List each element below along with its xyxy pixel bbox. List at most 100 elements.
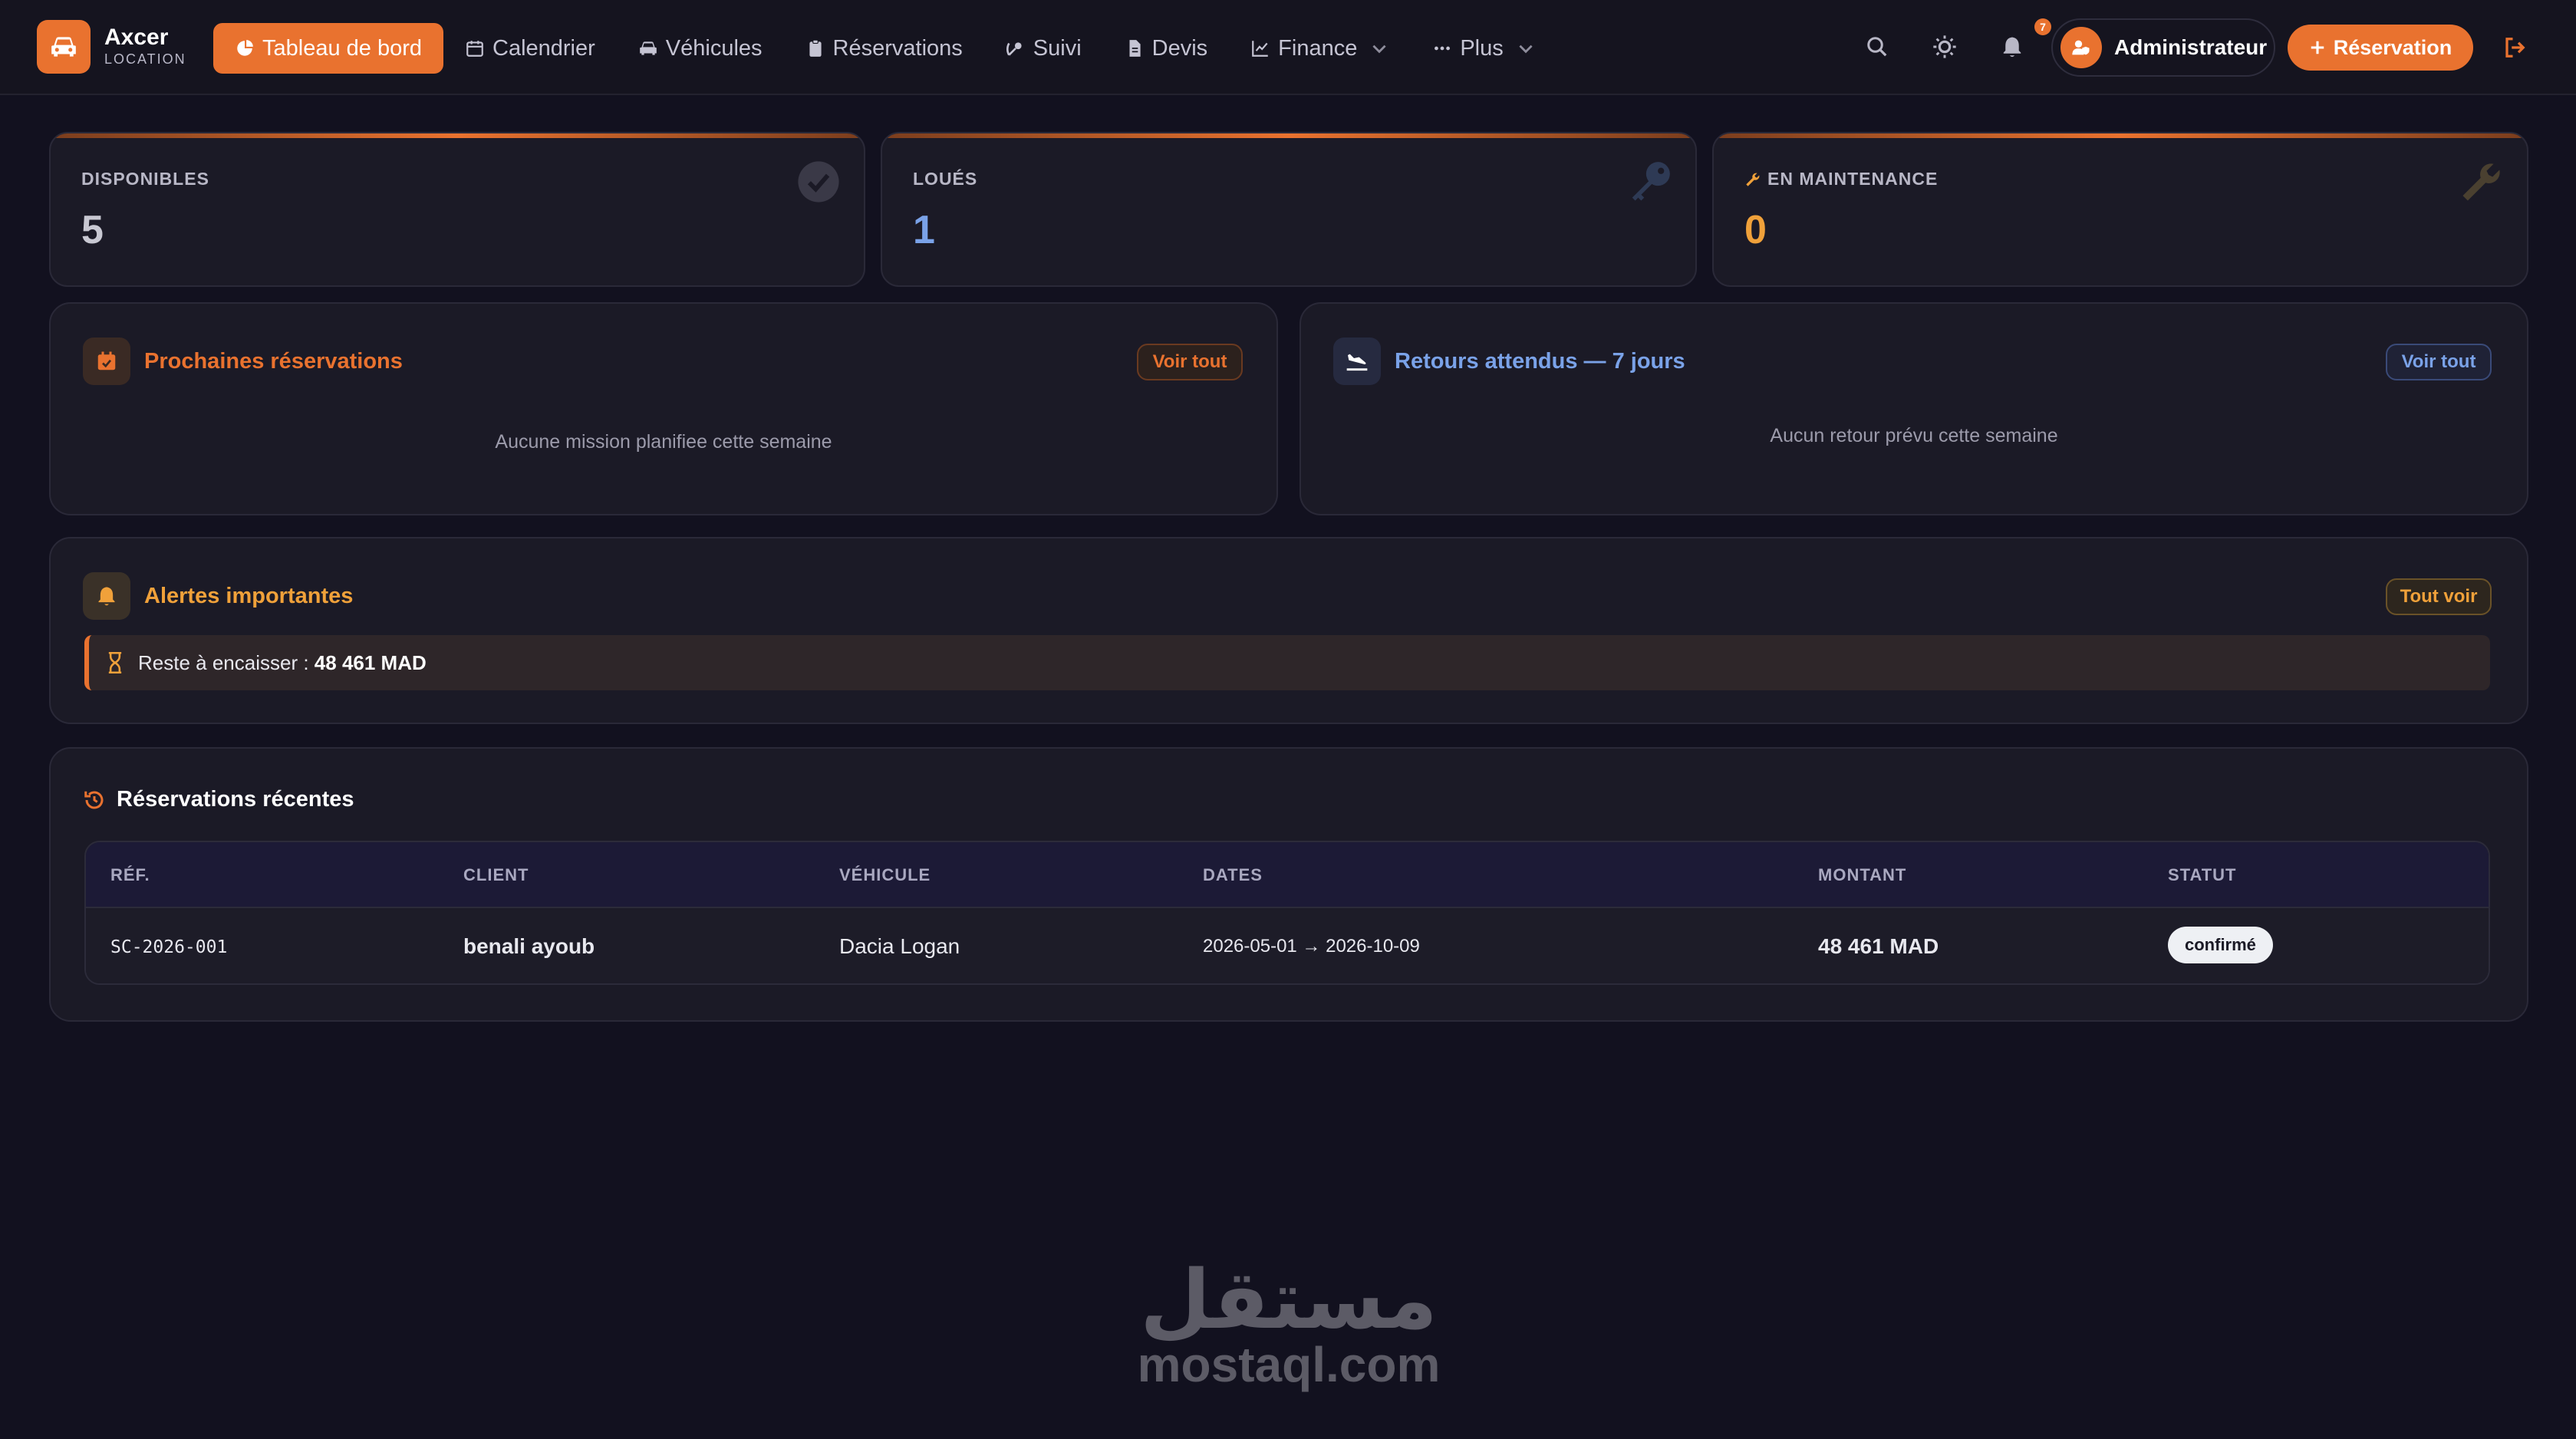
brand-subtitle: LOCATION [104, 51, 186, 67]
nav-item-dashboard[interactable]: Tableau de bord [213, 23, 443, 74]
bell-icon [83, 572, 130, 620]
stat-label-wrap: EN MAINTENANCE [1744, 169, 1938, 189]
check-circle-icon [793, 156, 844, 207]
nav-item-vehicles[interactable]: Véhicules [617, 23, 784, 74]
reservations-table: RÉF. CLIENT VÉHICULE DATES MONTANT STATU… [84, 841, 2490, 985]
view-all-button[interactable]: Voir tout [1137, 344, 1243, 380]
user-shield-icon [2060, 27, 2102, 68]
wrench-icon [2456, 156, 2507, 207]
watermark: مستقل mostaql.com [1128, 1253, 1450, 1392]
nav-label-dashboard: Tableau de bord [262, 35, 422, 61]
panel-title: Réservations récentes [117, 787, 354, 812]
nav-item-calendar[interactable]: Calendrier [443, 23, 617, 74]
nav-label-reservations: Réservations [832, 35, 963, 61]
nav-item-reservations[interactable]: Réservations [784, 23, 984, 74]
stat-value: 5 [81, 208, 104, 252]
document-icon [1129, 40, 1141, 57]
plus-icon [2311, 41, 2324, 54]
empty-state-text: Aucune mission planifiee cette semaine [495, 431, 832, 453]
cell-ref: SC-2026-001 [110, 937, 228, 957]
stat-value: 1 [913, 208, 935, 252]
stat-label: DISPONIBLES [81, 169, 209, 189]
history-icon [84, 791, 104, 809]
see-all-button[interactable]: Tout voir [2386, 578, 2492, 615]
new-reservation-button[interactable]: Réservation [2288, 25, 2473, 71]
important-alerts-panel: Alertes importantes Tout voir Reste à en… [49, 537, 2528, 724]
logout-icon[interactable] [2498, 31, 2532, 64]
stat-card-rented: LOUÉS 1 [881, 132, 1697, 287]
alert-value: 48 461 MAD [314, 650, 427, 674]
panel-title: Retours attendus — 7 jours [1395, 348, 1685, 374]
column-header-dates[interactable]: DATES [1203, 865, 1263, 885]
recent-reservations-panel: Réservations récentes RÉF. CLIENT VÉHICU… [49, 747, 2528, 1022]
wrench-icon [1746, 173, 1760, 186]
nav-label-vehicles: Véhicules [665, 35, 763, 61]
nav-label-more: Plus [1460, 35, 1504, 61]
user-menu-button[interactable]: Administrateur [2051, 18, 2275, 77]
watermark-arabic: مستقل [1140, 1253, 1438, 1347]
column-header-vehicle[interactable]: VÉHICULE [839, 865, 931, 885]
nav-item-more[interactable]: Plus [1411, 23, 1556, 74]
view-all-button[interactable]: Voir tout [2386, 344, 2492, 380]
stat-card-maintenance: EN MAINTENANCE 0 [1712, 132, 2528, 287]
alert-label: Reste à encaisser : [138, 650, 309, 674]
cell-dates: 2026-05-01 → 2026-10-09 [1203, 936, 1420, 957]
calendar-icon [466, 41, 483, 57]
stat-label: LOUÉS [913, 169, 978, 189]
cell-amount: 48 461 MAD [1818, 934, 1939, 958]
stat-label: EN MAINTENANCE [1767, 169, 1939, 189]
car-logo-icon[interactable] [37, 20, 91, 74]
search-icon[interactable] [1860, 29, 1895, 64]
upcoming-reservations-panel: Prochaines réservations Voir tout Aucune… [49, 302, 1278, 515]
chevron-down-icon [1372, 44, 1386, 54]
car-icon [639, 41, 657, 55]
main-nav: Tableau de bord Calendrier Véhicules Rés… [213, 23, 1557, 74]
watermark-latin: mostaql.com [1137, 1337, 1441, 1392]
nav-item-finance[interactable]: Finance [1229, 23, 1411, 74]
alert-item[interactable]: Reste à encaisser : 48 461 MAD [84, 635, 2490, 690]
key-icon [1625, 156, 1675, 207]
panel-header: Réservations récentes [83, 787, 354, 812]
panel-header: Alertes importantes [83, 572, 353, 620]
calendar-check-icon [83, 338, 130, 385]
status-badge: confirmé [2168, 927, 2273, 963]
table-header: RÉF. CLIENT VÉHICULE DATES MONTANT STATU… [86, 842, 2489, 907]
clipboard-icon [809, 39, 822, 57]
chart-line-icon [1252, 41, 1268, 57]
bell-icon[interactable] [1995, 29, 2030, 64]
nav-label-calendar: Calendrier [492, 35, 595, 61]
chevron-down-icon [1519, 44, 1533, 54]
nav-item-tracking[interactable]: Suivi [984, 23, 1103, 74]
column-header-ref[interactable]: RÉF. [110, 865, 150, 885]
new-reservation-label: Réservation [2333, 35, 2452, 59]
column-header-amount[interactable]: MONTANT [1818, 865, 1906, 885]
ellipsis-icon [1435, 46, 1451, 51]
nav-label-finance: Finance [1278, 35, 1358, 61]
panel-header: Prochaines réservations [83, 338, 403, 385]
notification-badge: 7 [2034, 18, 2051, 35]
expected-returns-panel: Retours attendus — 7 jours Voir tout Auc… [1300, 302, 2528, 515]
plane-landing-icon [1333, 338, 1381, 385]
nav-label-quotes: Devis [1151, 35, 1208, 61]
brand-name: Axcer [104, 25, 169, 50]
hourglass-icon [108, 652, 122, 673]
satellite-icon [1006, 42, 1022, 56]
stat-value: 0 [1744, 208, 1767, 252]
column-header-status[interactable]: STATUT [2168, 865, 2237, 885]
panel-title: Prochaines réservations [144, 348, 403, 374]
top-navbar: Axcer LOCATION Tableau de bord Calendrie… [0, 0, 2576, 95]
column-header-client[interactable]: CLIENT [463, 865, 529, 885]
dashboard-icon [237, 40, 253, 56]
cell-vehicle: Dacia Logan [839, 934, 960, 958]
user-label: Administrateur [2114, 35, 2268, 59]
panel-header: Retours attendus — 7 jours [1333, 338, 1685, 385]
nav-label-tracking: Suivi [1033, 35, 1082, 61]
cell-client: benali ayoub [463, 934, 595, 958]
stat-card-available: DISPONIBLES 5 [49, 132, 865, 287]
nav-item-quotes[interactable]: Devis [1103, 23, 1230, 74]
brand[interactable]: Axcer LOCATION [104, 25, 186, 68]
theme-toggle-icon[interactable] [1927, 29, 1962, 64]
panel-title: Alertes importantes [144, 583, 354, 608]
table-row[interactable]: SC-2026-001 benali ayoub Dacia Logan 202… [86, 907, 2489, 983]
empty-state-text: Aucun retour prévu cette semaine [1770, 425, 2058, 446]
